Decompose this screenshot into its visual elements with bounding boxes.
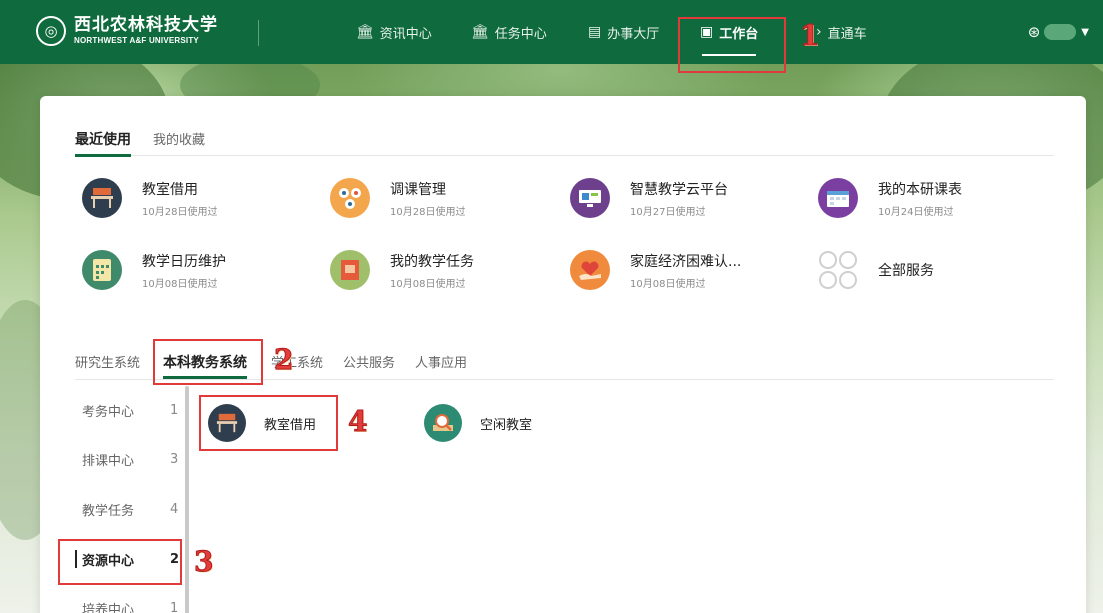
people-swap-icon [330, 178, 370, 218]
app-title: 我的本研课表 [878, 181, 962, 198]
annotation-number-4: 4 [347, 405, 368, 438]
tab-hr-apps[interactable]: 人事应用 [415, 352, 467, 371]
side-item-count: 1 [170, 402, 179, 418]
app-title: 智慧教学云平台 [630, 181, 728, 198]
classroom-desk-icon [82, 178, 122, 218]
tab-recent[interactable]: 最近使用 [75, 129, 131, 157]
university-name-en: NORTHWEST A&F UNIVERSITY [74, 36, 199, 45]
app-title: 全部服务 [878, 263, 934, 279]
user-menu[interactable]: ⊛ ▼ [1028, 23, 1089, 41]
tab-public-services[interactable]: 公共服务 [343, 352, 395, 371]
annotation-number-1: 1 [799, 19, 820, 52]
cloud-teaching-icon [570, 178, 610, 218]
university-emblem-icon: ◎ [36, 16, 66, 46]
calendar-grid-icon [82, 250, 122, 290]
side-item-label: 培养中心 [82, 602, 135, 613]
calendar-schedule-icon [818, 178, 858, 218]
app-title: 教学日历维护 [142, 253, 226, 270]
user-circle-icon: ⊛ [1027, 23, 1041, 41]
app-course-adjust[interactable]: 调课管理 10月28日使用过 [330, 178, 465, 218]
side-item-exam-center[interactable]: 考务中心 1 [82, 398, 192, 422]
tab-graduate-system[interactable]: 研究生系统 [75, 352, 140, 371]
nav-item-label: 直通车 [827, 26, 867, 42]
nav-item-tasks[interactable]: 🏛 任务中心 [471, 0, 547, 64]
tab-favorites[interactable]: 我的收藏 [153, 129, 205, 148]
document-icon: ▤ [588, 24, 602, 40]
app-my-teaching-tasks[interactable]: 我的教学任务 10月08日使用过 [330, 250, 474, 290]
heart-hand-icon [570, 250, 610, 290]
side-item-training-center[interactable]: 培养中心 1 [82, 596, 192, 613]
app-teaching-calendar[interactable]: 教学日历维护 10月08日使用过 [82, 250, 226, 290]
recent-tabs: 最近使用 我的收藏 [75, 129, 1054, 157]
app-last-used: 10月28日使用过 [390, 206, 466, 218]
side-item-label: 考务中心 [82, 404, 135, 420]
side-item-teaching-tasks[interactable]: 教学任务 4 [82, 497, 192, 521]
app-title: 教室借用 [142, 181, 198, 198]
nav-item-label: 办事大厅 [607, 26, 660, 42]
university-logo[interactable]: ◎ 西北农林科技大学 NORTHWEST A&F UNIVERSITY [36, 16, 218, 46]
building-icon: 🏛 [471, 24, 489, 40]
app-last-used: 10月24日使用过 [878, 206, 954, 218]
nav-item-label: 资讯中心 [379, 26, 432, 42]
logo-divider [258, 20, 259, 46]
sys-app-title: 空闲教室 [480, 417, 533, 433]
side-item-count: 3 [170, 451, 179, 467]
all-services-icon [818, 250, 858, 290]
nav-item-news[interactable]: 🏛 资讯中心 [356, 0, 432, 64]
side-item-label: 排课中心 [82, 453, 135, 469]
side-item-label: 教学任务 [82, 503, 135, 519]
app-title: 调课管理 [390, 181, 446, 198]
app-title: 我的教学任务 [390, 253, 474, 270]
app-last-used: 10月27日使用过 [630, 206, 706, 218]
nav-item-express[interactable]: › 直通车 [816, 0, 867, 64]
app-last-used: 10月08日使用过 [390, 278, 466, 290]
annotation-box-3 [58, 539, 182, 585]
avatar [1044, 24, 1077, 40]
building-icon: 🏛 [356, 24, 374, 40]
app-last-used: 10月28日使用过 [142, 206, 218, 218]
annotation-box-1 [678, 17, 786, 73]
annotation-number-2: 2 [273, 343, 294, 376]
university-name-cn: 西北农林科技大学 [74, 15, 218, 35]
side-item-count: 1 [170, 600, 179, 613]
app-last-used: 10月08日使用过 [142, 278, 218, 290]
sys-app-free-classroom[interactable]: 空闲教室 [424, 404, 532, 442]
nav-item-service-hall[interactable]: ▤ 办事大厅 [588, 0, 659, 64]
annotation-box-2 [153, 339, 263, 385]
caret-down-icon: ▼ [1081, 26, 1089, 38]
side-item-count: 4 [170, 501, 179, 517]
app-financial-difficulty[interactable]: 家庭经济困难认... 10月08日使用过 [570, 250, 741, 290]
app-last-used: 10月08日使用过 [630, 278, 706, 290]
app-smart-teaching-cloud[interactable]: 智慧教学云平台 10月27日使用过 [570, 178, 728, 218]
top-navigation-bar: ◎ 西北农林科技大学 NORTHWEST A&F UNIVERSITY 🏛 资讯… [0, 0, 1103, 64]
magnifier-room-icon [424, 404, 462, 442]
app-title: 家庭经济困难认... [630, 253, 742, 270]
task-book-icon [330, 250, 370, 290]
side-item-scheduling-center[interactable]: 排课中心 3 [82, 447, 192, 471]
annotation-number-3: 3 [193, 545, 214, 578]
nav-item-label: 任务中心 [494, 26, 547, 42]
app-my-schedule[interactable]: 我的本研课表 10月24日使用过 [818, 178, 962, 218]
annotation-box-4 [199, 395, 338, 451]
app-classroom-borrow[interactable]: 教室借用 10月28日使用过 [82, 178, 217, 218]
app-all-services[interactable]: 全部服务 [818, 250, 934, 290]
